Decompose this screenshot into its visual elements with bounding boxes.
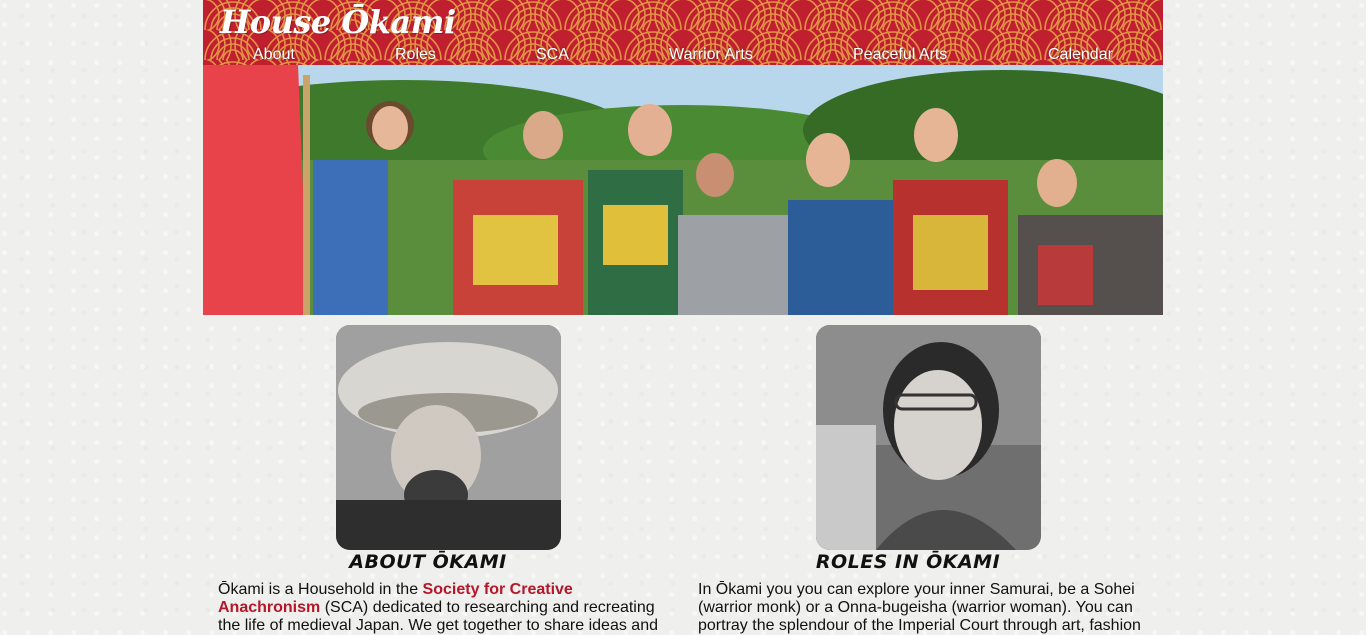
main-nav: About Roles SCA Warrior Arts Peaceful Ar… xyxy=(203,46,1163,65)
roles-title: ROLES IN ŌKAMI xyxy=(815,551,1001,573)
nav-roles[interactable]: Roles xyxy=(395,46,436,64)
site-header: House Ōkami About Roles SCA Warrior Arts… xyxy=(203,0,1163,65)
hero-group-photo xyxy=(203,65,1163,315)
nav-about[interactable]: About xyxy=(253,46,295,64)
site-logo-title[interactable]: House Ōkami xyxy=(220,3,456,41)
about-text: Ōkami is a Household in the Society for … xyxy=(218,581,668,635)
about-text-start: Ōkami is a Household in the xyxy=(218,581,423,598)
nav-calendar[interactable]: Calendar xyxy=(1048,46,1113,64)
about-photo[interactable] xyxy=(336,325,561,550)
nav-sca[interactable]: SCA xyxy=(536,46,569,64)
page-container: House Ōkami About Roles SCA Warrior Arts… xyxy=(203,0,1163,634)
nav-warrior-arts[interactable]: Warrior Arts xyxy=(669,46,753,64)
roles-text: In Ōkami you you can explore your inner … xyxy=(698,581,1141,634)
about-title: ABOUT ŌKAMI xyxy=(349,551,507,573)
roles-photo[interactable] xyxy=(816,325,1041,550)
nav-peaceful-arts[interactable]: Peaceful Arts xyxy=(853,46,947,64)
